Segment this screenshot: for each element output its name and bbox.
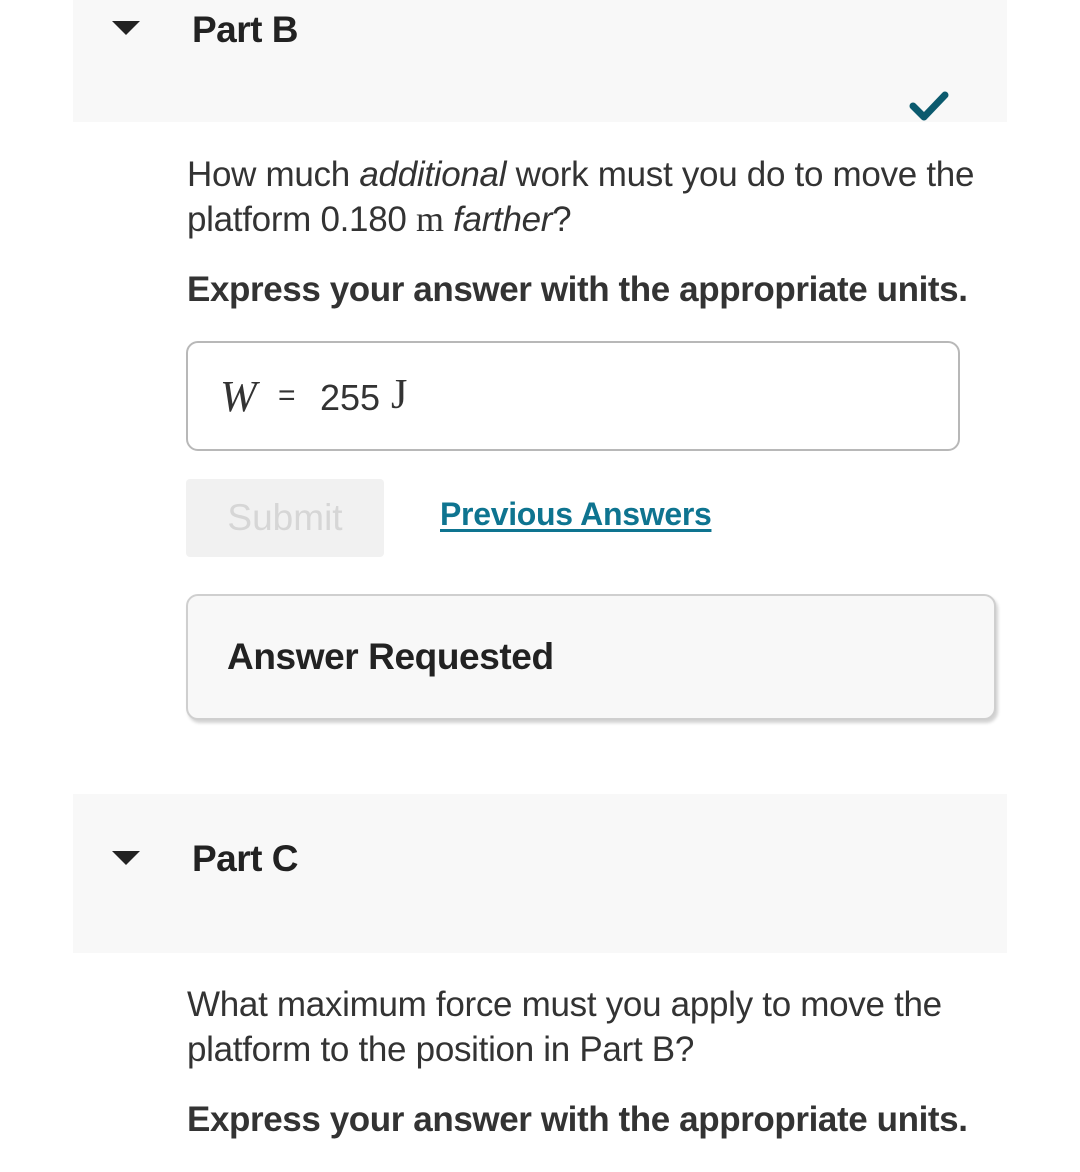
- collapse-caret-icon[interactable]: [112, 851, 140, 865]
- part-b-question: How much additional work must you do to …: [187, 152, 1007, 242]
- part-b-instruction: Express your answer with the appropriate…: [187, 270, 968, 309]
- part-c-title[interactable]: Part C: [192, 838, 298, 880]
- unit-symbol: m: [415, 199, 444, 239]
- part-c-header[interactable]: Part C: [73, 794, 1007, 953]
- question-emphasis: farther: [453, 200, 553, 239]
- submit-button[interactable]: Submit: [186, 479, 384, 557]
- feedback-box: Answer Requested: [186, 594, 996, 720]
- answer-equals: =: [278, 379, 296, 412]
- previous-answers-link[interactable]: Previous Answers: [440, 496, 712, 533]
- collapse-caret-icon[interactable]: [112, 21, 140, 35]
- answer-value[interactable]: 255: [320, 377, 380, 419]
- question-text: How much: [187, 155, 360, 194]
- answer-unit[interactable]: J: [391, 371, 407, 419]
- checkmark-icon: [909, 91, 949, 121]
- feedback-text: Answer Requested: [227, 636, 554, 677]
- part-b-title[interactable]: Part B: [192, 9, 298, 51]
- part-c-instruction: Express your answer with the appropriate…: [187, 1100, 968, 1139]
- part-c-question: What maximum force must you apply to mov…: [187, 985, 942, 1069]
- answer-input[interactable]: W = 255 J: [186, 341, 960, 451]
- question-emphasis: additional: [359, 155, 507, 194]
- question-text: ?: [552, 200, 572, 239]
- part-b-header[interactable]: Part B: [73, 0, 1007, 122]
- answer-variable: W: [220, 372, 257, 421]
